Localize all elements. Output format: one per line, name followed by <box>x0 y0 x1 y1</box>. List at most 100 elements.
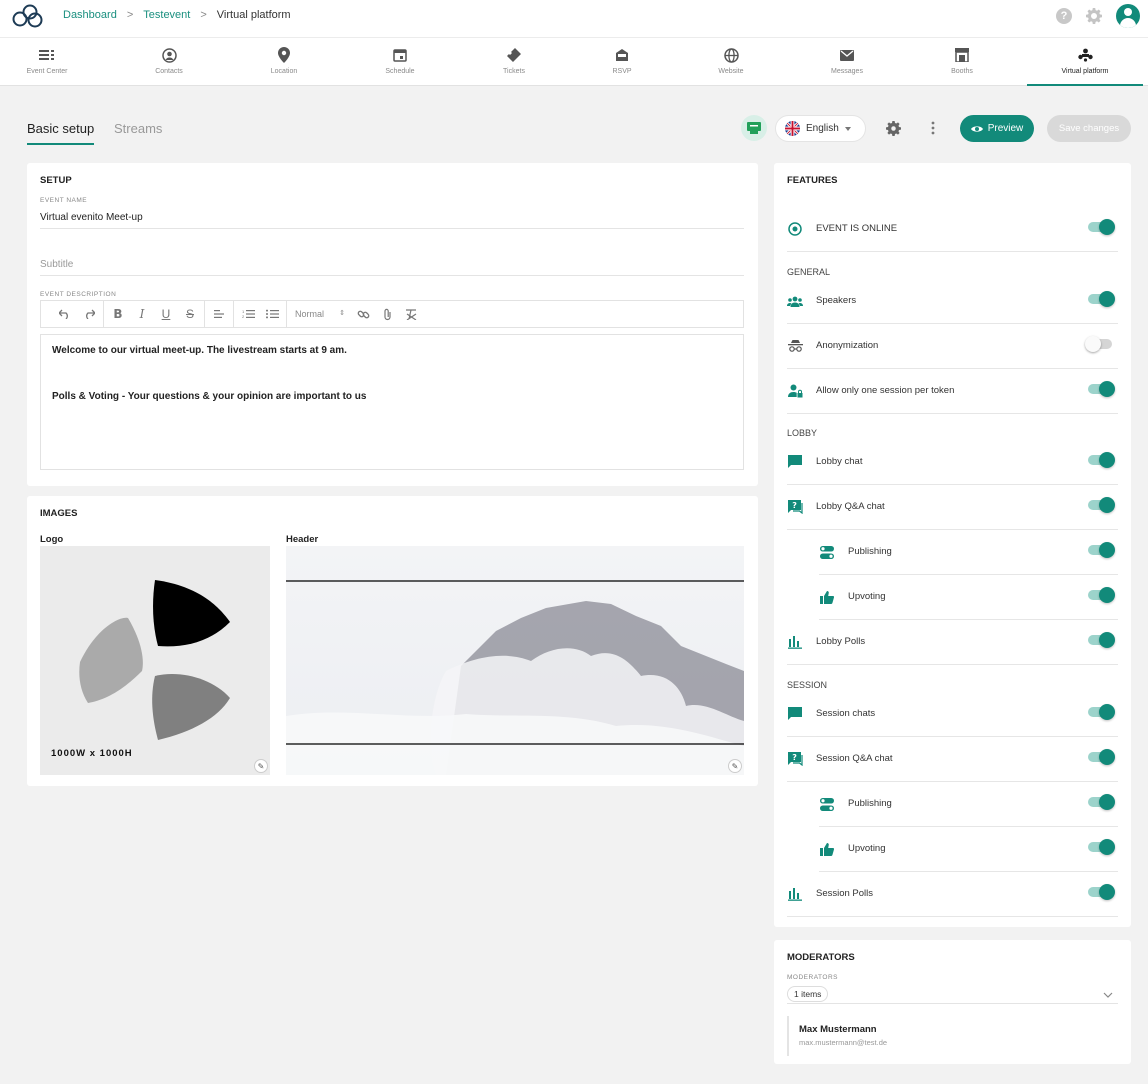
feature-row-lobby-polls: Lobby Polls <box>787 620 1118 665</box>
toolbar-divider <box>103 300 104 328</box>
rsvp-icon <box>615 47 629 63</box>
breadcrumb-dashboard[interactable]: Dashboard <box>63 9 117 21</box>
description-editor[interactable]: Welcome to our virtual meet-up. The live… <box>40 334 744 470</box>
nav-item-location[interactable]: Location <box>237 38 331 86</box>
feature-label: Speakers <box>816 295 857 306</box>
undo-icon[interactable] <box>53 304 77 324</box>
gear-icon[interactable] <box>1086 8 1102 24</box>
align-left-icon[interactable] <box>207 304 231 324</box>
session-polls-toggle[interactable] <box>1088 884 1115 900</box>
event-description-label: EVENT DESCRIPTION <box>40 291 117 298</box>
help-icon[interactable]: ? <box>1056 8 1072 24</box>
moderators-expand-icon[interactable] <box>1103 989 1113 1001</box>
bullet-list-icon[interactable] <box>260 304 284 324</box>
nav-label: Website <box>718 68 744 75</box>
link-icon[interactable] <box>351 304 375 324</box>
tab-streams[interactable]: Streams <box>114 121 162 136</box>
breadcrumb-current: Virtual platform <box>216 9 291 21</box>
website-icon <box>723 47 739 63</box>
speakers-icon <box>787 293 803 309</box>
text-format-select[interactable]: Normal ⇕ <box>289 309 351 319</box>
preview-button[interactable]: Preview <box>960 115 1034 142</box>
one-session-toggle[interactable] <box>1088 381 1115 397</box>
settings-button[interactable] <box>880 115 906 141</box>
nav-item-event-center[interactable]: Event Center <box>0 38 94 86</box>
session-chats-toggle[interactable] <box>1088 704 1115 720</box>
feature-row-session-polls: Session Polls <box>787 872 1118 917</box>
session-section-label: SESSION <box>787 680 828 690</box>
feature-label: Allow only one session per token <box>816 385 955 396</box>
ordered-list-icon[interactable]: 12 <box>236 304 260 324</box>
moderators-label: MODERATORS <box>787 974 838 981</box>
nav-item-tickets[interactable]: Tickets <box>467 38 561 86</box>
nav-item-schedule[interactable]: Schedule <box>353 38 447 86</box>
top-bar: Dashboard > Testevent > Virtual platform… <box>0 0 1148 37</box>
session-qa-toggle[interactable] <box>1088 749 1115 765</box>
lobby-upvoting-toggle[interactable] <box>1088 587 1115 603</box>
lobby-polls-toggle[interactable] <box>1088 632 1115 648</box>
nav-item-rsvp[interactable]: RSVP <box>575 38 669 86</box>
nav-label: Messages <box>831 68 863 75</box>
attachment-icon[interactable] <box>375 304 399 324</box>
session-publishing-toggle[interactable] <box>1088 794 1115 810</box>
save-changes-button[interactable]: Save changes <box>1047 115 1131 142</box>
schedule-icon <box>393 47 407 63</box>
underline-icon[interactable]: U <box>154 304 178 324</box>
event-online-toggle[interactable] <box>1088 219 1115 235</box>
feature-label: Upvoting <box>848 843 886 854</box>
toolbar-divider <box>233 300 234 328</box>
nav-item-website[interactable]: Website <box>684 38 778 86</box>
moderator-list-item[interactable]: Max Mustermann max.mustermann@test.de <box>787 1016 1118 1056</box>
nav-item-contacts[interactable]: Contacts <box>122 38 216 86</box>
nav-item-virtual-platform[interactable]: Virtual platform <box>1027 38 1143 86</box>
edit-header-icon[interactable]: ✎ <box>728 759 742 773</box>
feature-label: Lobby Q&A chat <box>816 501 885 512</box>
tab-basic-setup[interactable]: Basic setup <box>27 121 95 145</box>
italic-icon[interactable]: I <box>130 304 154 324</box>
user-lock-icon <box>787 383 803 399</box>
nav-label: Virtual platform <box>1061 68 1109 75</box>
logo-image[interactable]: 1000W x 1000H ✎ <box>40 546 270 775</box>
event-name-input[interactable]: Virtual evenito Meet-up <box>40 212 143 223</box>
subtitle-input[interactable]: Subtitle <box>40 259 73 270</box>
feature-label: Lobby Polls <box>816 636 866 647</box>
lobby-publishing-toggle[interactable] <box>1088 542 1115 558</box>
feature-row-lobby-chat: Lobby chat <box>787 440 1118 485</box>
nav-item-messages[interactable]: Messages <box>800 38 894 86</box>
header-image[interactable]: ✎ <box>286 546 744 775</box>
publishing-toggle-icon <box>819 796 835 812</box>
breadcrumb-event[interactable]: Testevent <box>143 9 190 21</box>
qa-chat-icon: ? <box>787 751 803 767</box>
toolbar-divider <box>204 300 205 328</box>
feature-row-one-session: Allow only one session per token <box>787 369 1118 414</box>
nav-label: Tickets <box>503 68 525 75</box>
event-center-icon <box>39 47 55 63</box>
user-avatar-icon[interactable] <box>1116 4 1140 28</box>
redo-icon[interactable] <box>77 304 101 324</box>
license-badge-button[interactable] <box>741 115 767 141</box>
main-navigation: Event Center Contacts Location Schedule … <box>0 37 1148 86</box>
lobby-qa-toggle[interactable] <box>1088 497 1115 513</box>
nav-item-booths[interactable]: Booths <box>915 38 1009 86</box>
session-upvoting-toggle[interactable] <box>1088 839 1115 855</box>
speakers-toggle[interactable] <box>1088 291 1115 307</box>
gear-icon <box>885 120 901 136</box>
description-line: Polls & Voting - Your questions & your o… <box>52 391 367 402</box>
logo-size-hint: 1000W x 1000H <box>51 748 133 759</box>
chat-icon <box>787 706 803 722</box>
nav-label: Contacts <box>155 68 183 75</box>
lobby-chat-toggle[interactable] <box>1088 452 1115 468</box>
edit-logo-icon[interactable]: ✎ <box>254 759 268 773</box>
features-title: FEATURES <box>787 175 838 186</box>
more-options-button[interactable] <box>920 115 946 141</box>
feature-label: Session Q&A chat <box>816 753 893 764</box>
strikethrough-icon[interactable]: S <box>178 304 202 324</box>
anonymization-toggle[interactable] <box>1085 336 1112 352</box>
language-select[interactable]: English <box>775 115 866 142</box>
evenito-logo[interactable] <box>8 3 46 29</box>
bold-icon[interactable]: B <box>106 304 130 324</box>
poll-chart-icon <box>787 634 803 650</box>
header-mountain-graphic <box>286 580 744 775</box>
clear-formatting-icon[interactable] <box>399 304 423 324</box>
more-vertical-icon <box>931 121 935 135</box>
